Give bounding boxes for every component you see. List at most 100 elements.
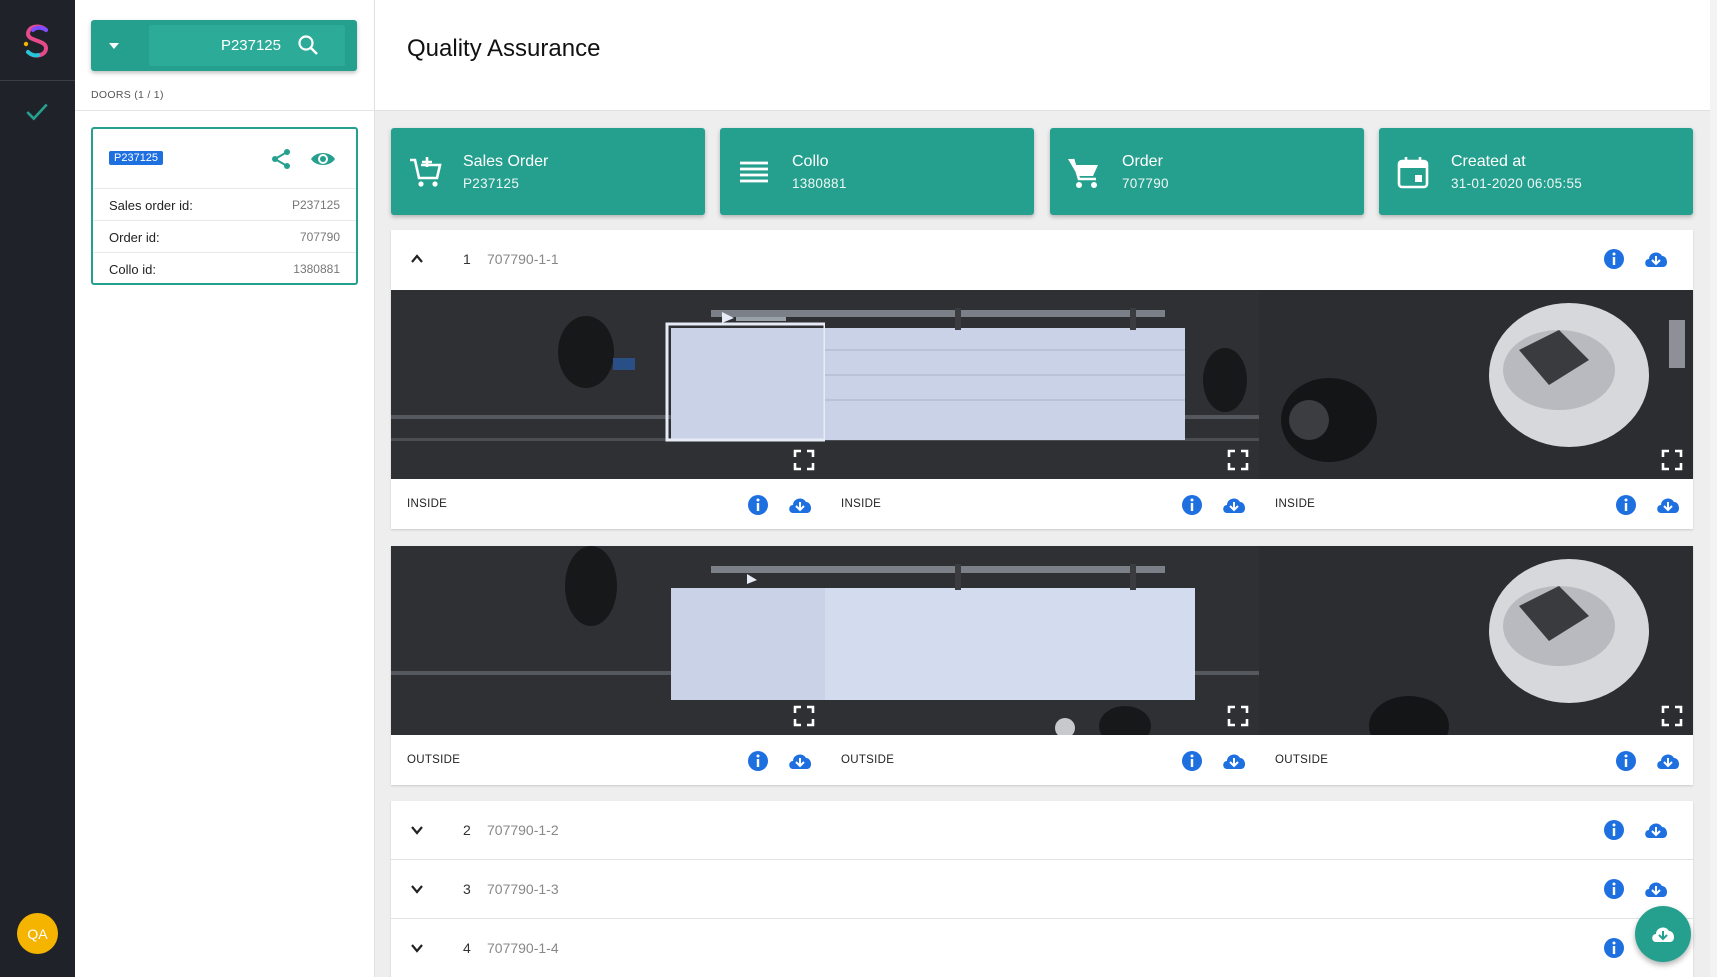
inside-captions: INSIDE INSIDE INSIDE bbox=[391, 479, 1693, 529]
info-icon[interactable] bbox=[747, 494, 769, 516]
outside-images bbox=[391, 546, 1693, 735]
row-number: 1 bbox=[463, 251, 471, 267]
card-row: Order id: 707790 bbox=[93, 220, 356, 252]
info-icon[interactable] bbox=[1181, 494, 1203, 516]
info-icon[interactable] bbox=[1615, 494, 1637, 516]
tile-label: Collo bbox=[792, 153, 829, 170]
cloud-download-icon[interactable] bbox=[1221, 493, 1247, 517]
door-tag: P237125 bbox=[109, 151, 164, 165]
row-key: Order id: bbox=[109, 230, 160, 245]
collo-row[interactable]: 2 707790-1-2 bbox=[391, 801, 1693, 859]
created-at-tile: Created at 31-01-2020 06:05:55 bbox=[1379, 128, 1693, 215]
chevron-down-icon[interactable] bbox=[107, 39, 121, 53]
expand-icon[interactable] bbox=[1227, 705, 1249, 727]
camera-photo bbox=[391, 546, 825, 735]
cloud-download-icon[interactable] bbox=[1655, 493, 1681, 517]
row-number: 3 bbox=[463, 881, 471, 897]
page-title: Quality Assurance bbox=[407, 35, 601, 62]
info-icon[interactable] bbox=[1603, 819, 1625, 841]
tile-value: 1380881 bbox=[792, 176, 847, 191]
caption-label: OUTSIDE bbox=[841, 754, 895, 766]
outside-captions: OUTSIDE OUTSIDE OUTSIDE bbox=[391, 735, 1693, 785]
expanded-collo: 1 707790-1-1 INSIDE INSIDE INSIDE OUTSID… bbox=[391, 230, 1693, 785]
top-bar: Quality Assurance bbox=[375, 0, 1710, 111]
camera-photo bbox=[1259, 546, 1693, 735]
sales-order-tile: Sales Order P237125 bbox=[391, 128, 705, 215]
chevron-down-icon[interactable] bbox=[409, 940, 425, 956]
info-icon[interactable] bbox=[747, 750, 769, 772]
side-divider bbox=[75, 110, 375, 111]
logo-icon[interactable] bbox=[20, 22, 54, 60]
chevron-up-icon[interactable] bbox=[409, 251, 425, 267]
cart-plus-icon bbox=[410, 157, 442, 187]
info-icon[interactable] bbox=[1615, 750, 1637, 772]
tile-label: Order bbox=[1122, 153, 1163, 170]
search-value: P237125 bbox=[220, 37, 281, 54]
download-all-button[interactable] bbox=[1635, 906, 1691, 962]
cloud-download-icon bbox=[1652, 927, 1675, 942]
expand-icon[interactable] bbox=[1661, 449, 1683, 471]
info-icon[interactable] bbox=[1603, 937, 1625, 959]
cloud-download-icon[interactable] bbox=[787, 749, 813, 773]
calendar-icon bbox=[1397, 157, 1429, 189]
caption-label: INSIDE bbox=[1275, 498, 1316, 510]
camera-photo bbox=[391, 290, 825, 479]
collo-row[interactable]: 4 707790-1-4 bbox=[391, 919, 1693, 977]
camera-image[interactable] bbox=[1259, 546, 1693, 735]
info-icon[interactable] bbox=[1603, 248, 1625, 270]
info-icon[interactable] bbox=[1181, 750, 1203, 772]
collo-tile: Collo 1380881 bbox=[720, 128, 1034, 215]
doors-count: DOORS (1 / 1) bbox=[91, 89, 164, 101]
avatar[interactable]: QA bbox=[17, 913, 58, 954]
share-icon[interactable] bbox=[269, 147, 293, 171]
chevron-down-icon[interactable] bbox=[409, 881, 425, 897]
expand-icon[interactable] bbox=[1661, 705, 1683, 727]
cloud-download-icon[interactable] bbox=[1221, 749, 1247, 773]
collo-row[interactable]: 3 707790-1-3 bbox=[391, 860, 1693, 918]
image-caption: INSIDE bbox=[1259, 479, 1693, 529]
row-code: 707790-1-3 bbox=[487, 881, 559, 897]
main-content: Quality Assurance Sales Order P237125 Co… bbox=[375, 0, 1710, 977]
row-key: Sales order id: bbox=[109, 198, 193, 213]
search-bar: P237125 bbox=[91, 20, 357, 71]
tile-label: Sales Order bbox=[463, 153, 549, 170]
check-icon[interactable] bbox=[24, 98, 50, 124]
row-key: Collo id: bbox=[109, 262, 156, 277]
expand-icon[interactable] bbox=[793, 705, 815, 727]
tile-value: 707790 bbox=[1122, 176, 1169, 191]
doors-panel: P237125 DOORS (1 / 1) P237125 Sales orde… bbox=[75, 0, 375, 977]
tile-value: P237125 bbox=[463, 176, 520, 191]
cart-icon bbox=[1068, 158, 1098, 188]
info-icon[interactable] bbox=[1603, 878, 1625, 900]
door-card[interactable]: P237125 Sales order id: P237125 Order id… bbox=[91, 127, 358, 285]
camera-image[interactable] bbox=[825, 290, 1259, 479]
camera-image[interactable] bbox=[391, 290, 825, 479]
row-number: 4 bbox=[463, 940, 471, 956]
nav-rail: QA bbox=[0, 0, 75, 977]
eye-icon[interactable] bbox=[310, 147, 336, 171]
camera-photo bbox=[825, 290, 1259, 479]
order-tile: Order 707790 bbox=[1050, 128, 1364, 215]
camera-image[interactable] bbox=[1259, 290, 1693, 479]
chevron-down-icon[interactable] bbox=[409, 822, 425, 838]
camera-photo bbox=[825, 546, 1259, 735]
camera-image[interactable] bbox=[825, 546, 1259, 735]
camera-image[interactable] bbox=[391, 546, 825, 735]
expand-icon[interactable] bbox=[1227, 449, 1249, 471]
cloud-download-icon[interactable] bbox=[1643, 818, 1669, 842]
scrollbar[interactable] bbox=[1710, 0, 1717, 977]
search-icon[interactable] bbox=[297, 34, 319, 56]
cloud-download-icon[interactable] bbox=[1643, 247, 1669, 271]
inside-panel: 1 707790-1-1 INSIDE INSIDE INSIDE bbox=[391, 230, 1693, 529]
outside-panel: OUTSIDE OUTSIDE OUTSIDE bbox=[391, 546, 1693, 785]
image-caption: OUTSIDE bbox=[391, 735, 825, 785]
cloud-download-icon[interactable] bbox=[1655, 749, 1681, 773]
expand-icon[interactable] bbox=[793, 449, 815, 471]
cloud-download-icon[interactable] bbox=[1643, 877, 1669, 901]
search-input[interactable]: P237125 bbox=[149, 25, 345, 66]
cloud-download-icon[interactable] bbox=[787, 493, 813, 517]
image-caption: OUTSIDE bbox=[825, 735, 1259, 785]
caption-label: OUTSIDE bbox=[407, 754, 461, 766]
caption-label: INSIDE bbox=[841, 498, 882, 510]
collo-row[interactable]: 1 707790-1-1 bbox=[391, 230, 1693, 288]
